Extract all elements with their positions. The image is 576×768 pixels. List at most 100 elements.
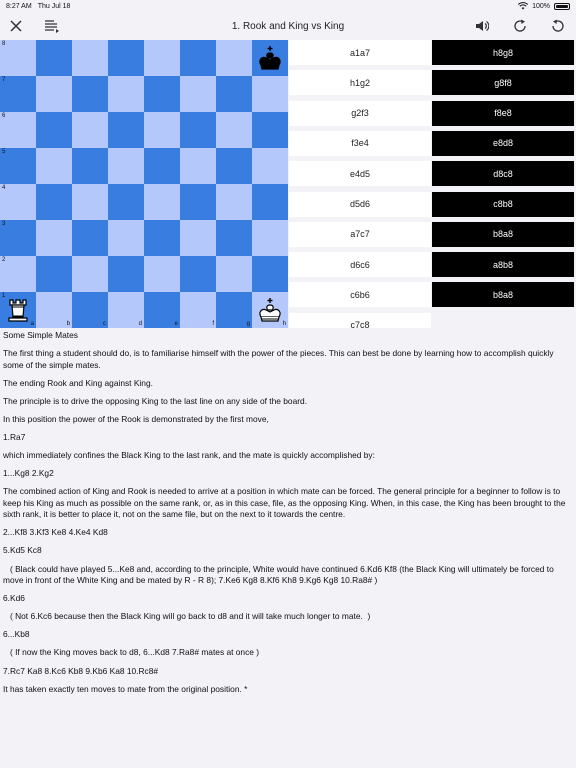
square-h6[interactable]: [252, 112, 288, 148]
square-b5[interactable]: [36, 148, 72, 184]
square-b7[interactable]: [36, 76, 72, 112]
white-move[interactable]: a1a7: [289, 40, 431, 65]
square-a5[interactable]: 5: [0, 148, 36, 184]
square-e6[interactable]: [144, 112, 180, 148]
rank-label: 7: [2, 77, 6, 83]
square-b1[interactable]: b: [36, 292, 72, 328]
annotation-paragraph: 6...Kb8: [3, 629, 30, 640]
square-h1[interactable]: h: [252, 292, 288, 328]
annotation-paragraph: 6.Kd6: [3, 593, 25, 604]
square-f8[interactable]: [180, 40, 216, 76]
square-f7[interactable]: [180, 76, 216, 112]
flip-board-button[interactable]: [510, 16, 530, 36]
square-e3[interactable]: [144, 220, 180, 256]
square-h2[interactable]: [252, 256, 288, 292]
square-g6[interactable]: [216, 112, 252, 148]
white-move[interactable]: g2f3: [289, 100, 431, 126]
white-move[interactable]: a7c7: [289, 221, 431, 247]
square-e5[interactable]: [144, 148, 180, 184]
black-move[interactable]: e8d8: [432, 130, 574, 156]
square-h8[interactable]: [252, 40, 288, 76]
square-c4[interactable]: [72, 184, 108, 220]
square-a4[interactable]: 4: [0, 184, 36, 220]
square-g8[interactable]: [216, 40, 252, 76]
notation-list-button[interactable]: [42, 16, 62, 36]
square-h5[interactable]: [252, 148, 288, 184]
square-a1[interactable]: 1a: [0, 292, 36, 328]
square-d8[interactable]: [108, 40, 144, 76]
square-d2[interactable]: [108, 256, 144, 292]
white-rook-icon[interactable]: [4, 296, 32, 324]
rotate-icon: [514, 19, 526, 32]
white-move[interactable]: f3e4: [289, 130, 431, 156]
white-move[interactable]: c7c8: [289, 312, 431, 328]
square-c2[interactable]: [72, 256, 108, 292]
square-c8[interactable]: [72, 40, 108, 76]
square-c1[interactable]: c: [72, 292, 108, 328]
square-b3[interactable]: [36, 220, 72, 256]
square-b6[interactable]: [36, 112, 72, 148]
white-move[interactable]: d5d6: [289, 191, 431, 217]
square-d5[interactable]: [108, 148, 144, 184]
square-g4[interactable]: [216, 184, 252, 220]
square-g5[interactable]: [216, 148, 252, 184]
square-b2[interactable]: [36, 256, 72, 292]
square-h4[interactable]: [252, 184, 288, 220]
chess-board[interactable]: 8 7 6 5 4 3 2 1a b c d e f gh: [0, 40, 288, 328]
white-move[interactable]: h1g2: [289, 70, 431, 96]
square-g2[interactable]: [216, 256, 252, 292]
black-move[interactable]: f8e8: [432, 100, 574, 126]
rank-label: 5: [2, 149, 6, 155]
square-g7[interactable]: [216, 76, 252, 112]
black-move[interactable]: a8b8: [432, 252, 574, 278]
move-list[interactable]: a1a7 h8g8 h1g2 g8f8 g2f3 f8e8 f3e4 e8d8 e4d5 d8c8…: [288, 40, 576, 328]
square-c7[interactable]: [72, 76, 108, 112]
black-king-icon[interactable]: [256, 44, 284, 72]
black-move[interactable]: b8a8: [432, 282, 574, 308]
square-f4[interactable]: [180, 184, 216, 220]
close-button[interactable]: [6, 16, 26, 36]
square-a2[interactable]: 2: [0, 256, 36, 292]
black-move[interactable]: d8c8: [432, 161, 574, 187]
square-a6[interactable]: 6: [0, 112, 36, 148]
white-move[interactable]: d6c6: [289, 252, 431, 278]
square-g3[interactable]: [216, 220, 252, 256]
square-b4[interactable]: [36, 184, 72, 220]
square-a3[interactable]: 3: [0, 220, 36, 256]
black-move[interactable]: g8f8: [432, 70, 574, 96]
speaker-icon: [476, 21, 489, 31]
square-d6[interactable]: [108, 112, 144, 148]
white-king-icon[interactable]: [256, 296, 284, 324]
square-a8[interactable]: 8: [0, 40, 36, 76]
square-d1[interactable]: d: [108, 292, 144, 328]
square-d4[interactable]: [108, 184, 144, 220]
square-f5[interactable]: [180, 148, 216, 184]
reset-button[interactable]: [548, 16, 568, 36]
square-g1[interactable]: g: [216, 292, 252, 328]
square-c5[interactable]: [72, 148, 108, 184]
white-move[interactable]: c6b6: [289, 282, 431, 308]
square-d7[interactable]: [108, 76, 144, 112]
square-e8[interactable]: [144, 40, 180, 76]
square-c6[interactable]: [72, 112, 108, 148]
sound-button[interactable]: [472, 16, 492, 36]
square-f3[interactable]: [180, 220, 216, 256]
square-e1[interactable]: e: [144, 292, 180, 328]
black-move[interactable]: b8a8: [432, 221, 574, 247]
black-move[interactable]: c8b8: [432, 191, 574, 217]
square-c3[interactable]: [72, 220, 108, 256]
battery-percent: 100%: [532, 2, 550, 10]
square-f2[interactable]: [180, 256, 216, 292]
black-move[interactable]: h8g8: [432, 40, 574, 65]
square-e7[interactable]: [144, 76, 180, 112]
square-d3[interactable]: [108, 220, 144, 256]
square-e4[interactable]: [144, 184, 180, 220]
square-a7[interactable]: 7: [0, 76, 36, 112]
square-b8[interactable]: [36, 40, 72, 76]
square-e2[interactable]: [144, 256, 180, 292]
white-move[interactable]: e4d5: [289, 161, 431, 187]
square-f1[interactable]: f: [180, 292, 216, 328]
square-f6[interactable]: [180, 112, 216, 148]
square-h3[interactable]: [252, 220, 288, 256]
square-h7[interactable]: [252, 76, 288, 112]
